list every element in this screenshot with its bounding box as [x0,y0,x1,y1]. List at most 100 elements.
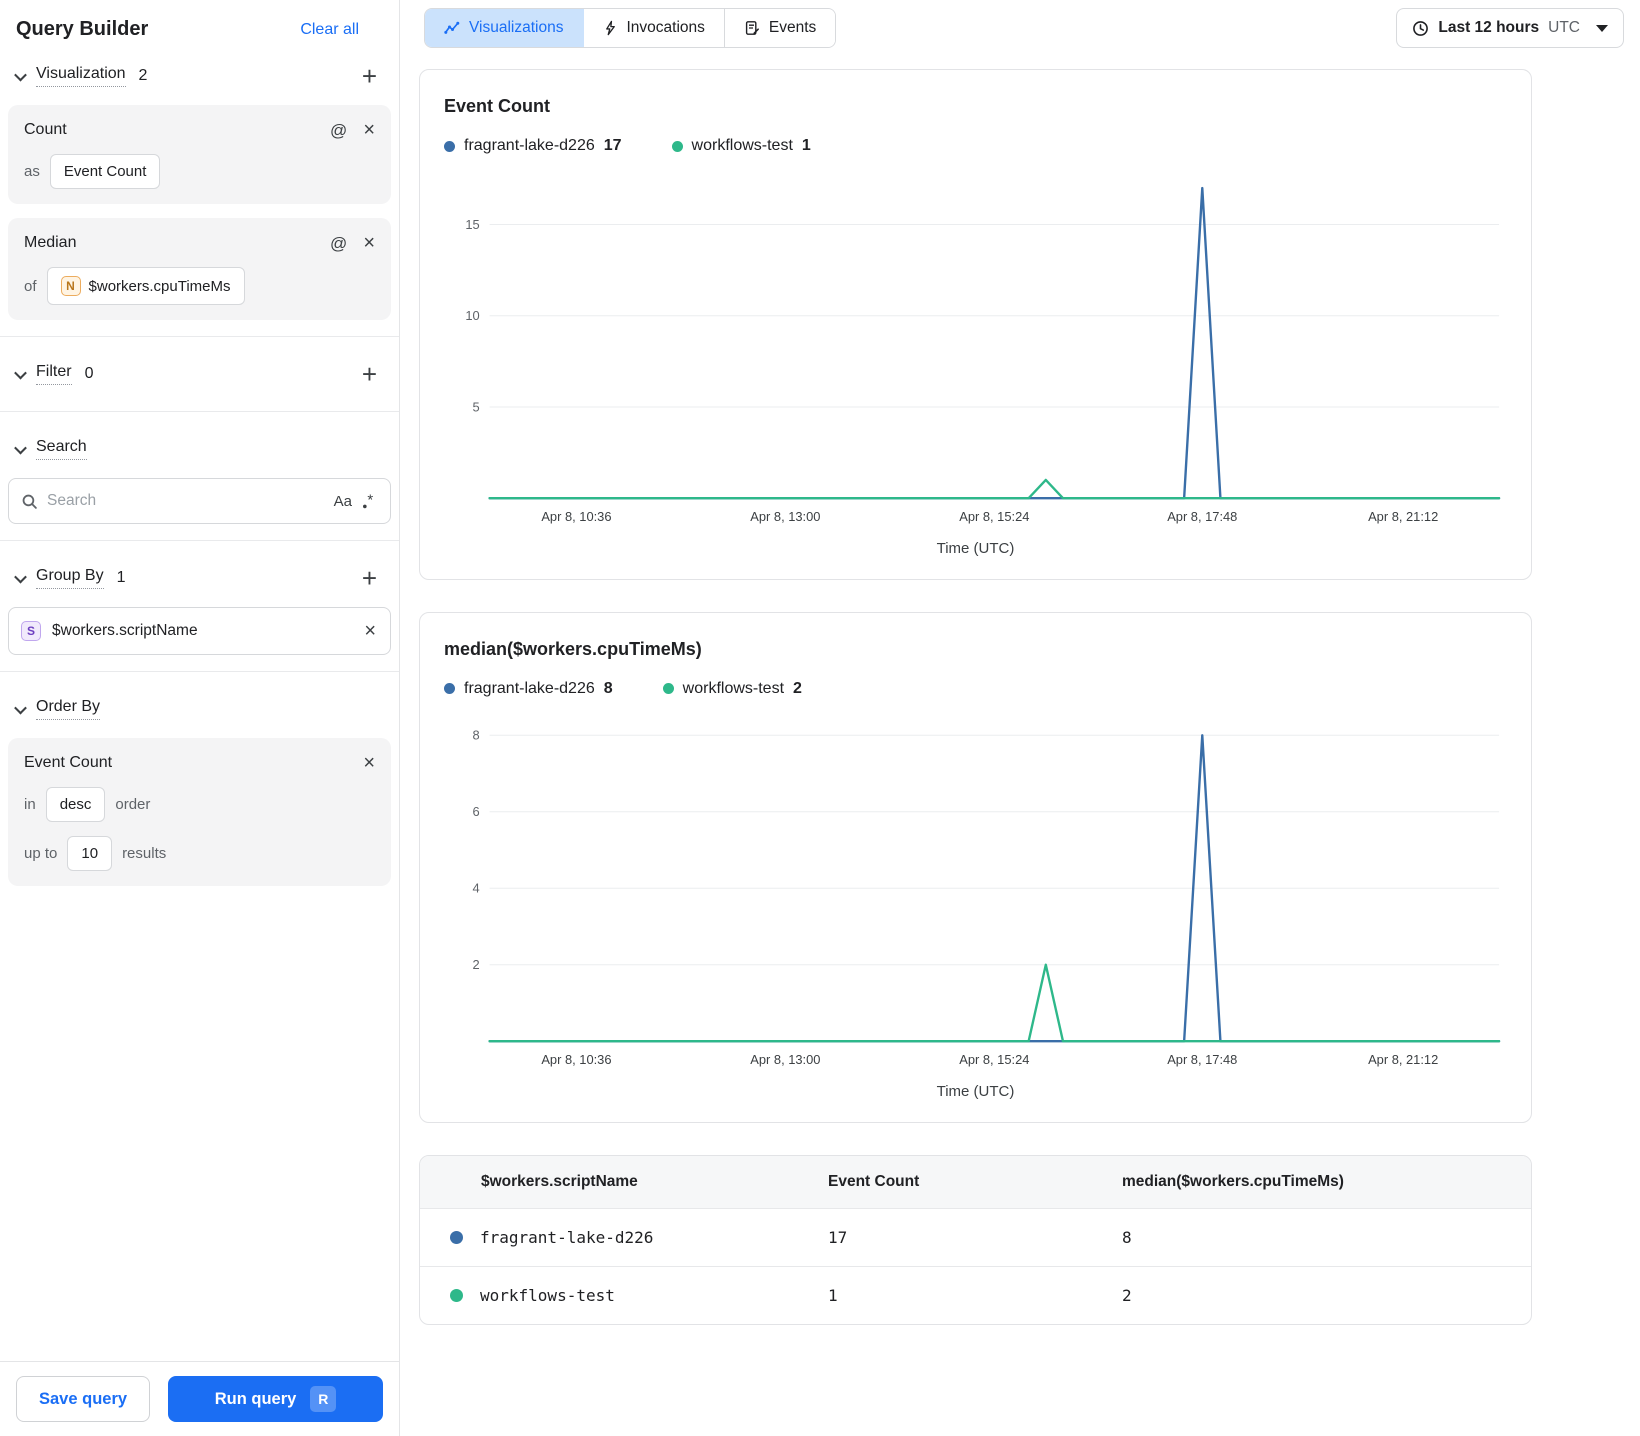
alias-chip[interactable]: Event Count [49,154,161,189]
main-area: Visualizations Invocations Events Last 1… [400,0,1640,1436]
view-tabs: Visualizations Invocations Events [424,8,837,48]
filter-section-header: Filter 0 + [8,353,391,395]
column-header-script-name: $workers.scriptName [481,1172,638,1190]
string-type-icon: S [21,621,41,641]
visualization-card-title: Count [24,121,67,138]
events-doc-icon [745,21,759,35]
regex-toggle-icon[interactable]: * [361,493,378,510]
at-icon[interactable]: @ [330,122,347,139]
time-range-selector[interactable]: Last 12 hours UTC [1396,8,1624,48]
series-color-dot [450,1230,463,1244]
result-limit-chip[interactable]: 10 [67,836,113,871]
group-by-item[interactable]: S $workers.scriptName × [8,607,391,655]
run-query-button[interactable]: Run query R [168,1376,383,1422]
chart-title: median($workers.cpuTimeMs) [444,638,702,659]
svg-text:10: 10 [465,308,479,323]
clear-all-link[interactable]: Clear all [300,21,359,39]
median-cputime-chart-card: median($workers.cpuTimeMs) fragrant-lake… [419,611,1532,1123]
svg-text:Apr 8, 10:36: Apr 8, 10:36 [541,1052,611,1067]
add-filter-button[interactable]: + [358,361,381,387]
chevron-down-icon[interactable] [14,701,27,714]
x-axis-label: Time (UTC) [936,1082,1015,1100]
tab-invocations[interactable]: Invocations [583,9,725,47]
tab-label: Invocations [626,19,705,36]
tab-visualizations[interactable]: Visualizations [425,9,584,47]
of-label: of [24,277,37,295]
legend-series-name: workflows-test [691,137,793,154]
search-section-label: Search [36,438,87,460]
at-icon[interactable]: @ [330,235,347,252]
svg-text:Apr 8, 13:00: Apr 8, 13:00 [750,1052,820,1067]
table-header: $workers.scriptName Event Count median($… [420,1155,1531,1208]
close-icon[interactable]: × [363,753,375,773]
tab-events[interactable]: Events [724,9,836,47]
event-count-cell: 17 [828,1227,848,1247]
event-count-cell: 1 [828,1285,838,1305]
line-chart-icon [444,21,460,34]
order-by-card: Event Count × in desc order up to 10 res… [8,738,391,886]
median-cell: 8 [1122,1227,1132,1247]
svg-text:Apr 8, 21:12: Apr 8, 21:12 [1368,509,1438,524]
add-visualization-button[interactable]: + [358,63,381,89]
svg-text:15: 15 [465,217,479,232]
svg-text:Apr 8, 13:00: Apr 8, 13:00 [750,509,820,524]
legend-dot [444,683,455,695]
visualization-card-title: Median [24,234,77,251]
legend-item[interactable]: workflows-test 2 [662,679,802,698]
order-by-section-label: Order By [36,698,101,720]
close-icon[interactable]: × [363,233,375,253]
tab-label: Events [768,19,817,36]
chevron-down-icon[interactable] [14,68,27,81]
legend-item[interactable]: fragrant-lake-d226 17 [444,137,622,155]
sidebar-header: Query Builder Clear all [0,0,399,51]
chevron-down-icon[interactable] [14,366,27,379]
svg-text:6: 6 [473,804,480,819]
save-query-button[interactable]: Save query [16,1376,151,1422]
group-by-count: 1 [116,569,126,586]
chevron-down-icon[interactable] [14,570,27,583]
case-sensitivity-toggle[interactable]: Aa [334,493,352,510]
group-by-section-header: Group By 1 + [8,557,391,599]
chevron-down-icon [1596,24,1608,32]
chevron-down-icon[interactable] [14,441,27,454]
upto-label: up to [24,845,58,862]
line-chart: 2 4 6 8 Apr 8, 10:36 Apr 8, 13:00 Apr 8, 15:24… [444,710,1507,1075]
event-count-chart-card: Event Count fragrant-lake-d226 17 workfl… [419,69,1532,580]
order-label: order [115,796,151,813]
search-box: Aa * [8,478,391,524]
order-by-card-title: Event Count [24,754,113,771]
sidebar-footer: Save query Run query R [0,1361,399,1436]
sort-direction-chip[interactable]: desc [45,787,106,822]
x-axis-label: Time (UTC) [936,539,1015,557]
visualization-card-count: Count @ × as Event Count [8,105,391,204]
svg-text:Apr 8, 15:24: Apr 8, 15:24 [959,509,1029,524]
as-label: as [24,163,40,180]
number-type-icon: N [60,276,81,296]
filter-section-label: Filter [36,363,72,385]
results-label: results [122,845,167,862]
visualization-count: 2 [138,67,148,84]
visualization-section-label: Visualization [36,65,126,87]
svg-text:Apr 8, 17:48: Apr 8, 17:48 [1167,509,1237,524]
keyboard-shortcut-badge: R [310,1386,337,1412]
field-name: $workers.cpuTimeMs [88,277,231,295]
field-chip[interactable]: N $workers.cpuTimeMs [46,267,245,305]
close-icon[interactable]: × [364,621,376,641]
legend-series-name: workflows-test [682,679,785,697]
close-icon[interactable]: × [363,120,375,140]
legend-item[interactable]: workflows-test 1 [671,137,811,155]
svg-text:Apr 8, 21:12: Apr 8, 21:12 [1368,1052,1438,1067]
group-by-section-label: Group By [36,567,104,589]
legend-item[interactable]: fragrant-lake-d226 8 [444,680,613,698]
chart-legend: fragrant-lake-d226 8 workflows-test 2 [444,680,1507,698]
search-icon [21,493,38,510]
column-header-event-count: Event Count [828,1172,920,1190]
search-input[interactable] [47,492,325,510]
order-by-section-header: Order By [8,688,391,730]
lightning-icon [605,20,615,36]
median-cell: 2 [1122,1285,1132,1305]
sidebar-body: Visualization 2 + Count @ × as Event Cou… [0,51,399,1361]
column-header-median: median($workers.cpuTimeMs) [1122,1172,1344,1190]
tab-label: Visualizations [469,19,564,36]
add-group-by-button[interactable]: + [358,565,381,591]
